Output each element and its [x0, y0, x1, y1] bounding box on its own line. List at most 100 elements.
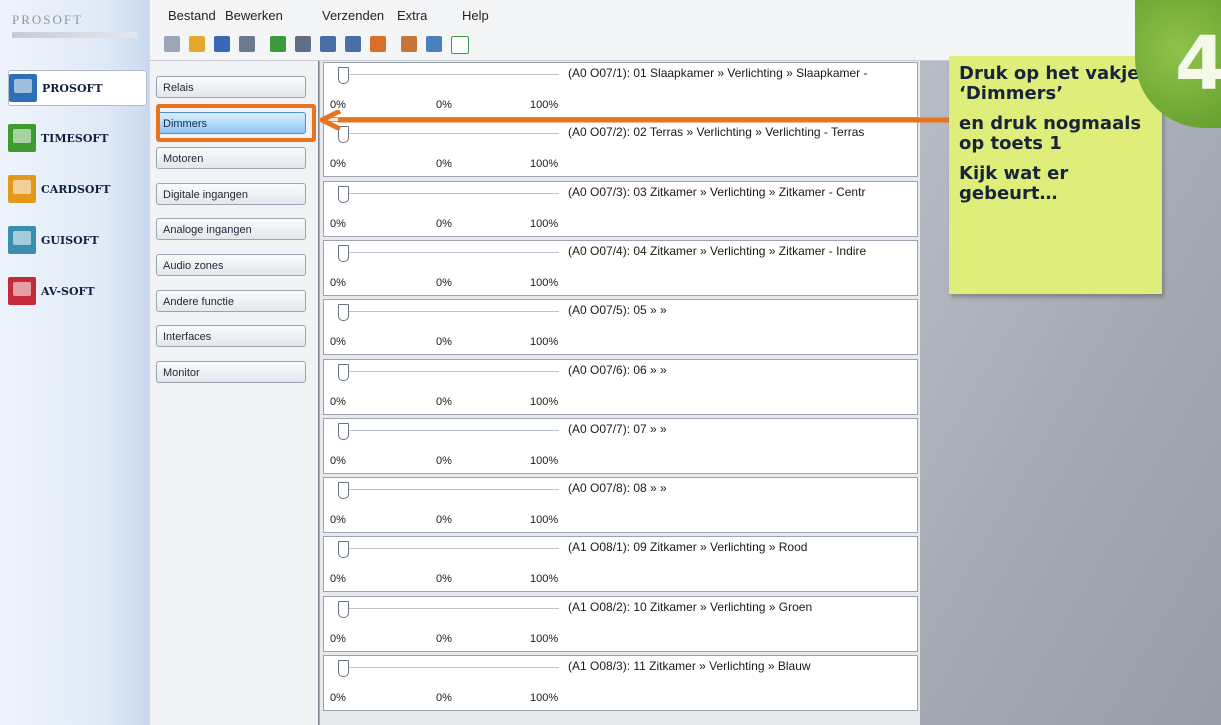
function-panel: Relais Dimmers Motoren Digitale ingangen Ana…: [150, 61, 319, 725]
app-guisoft[interactable]: GUISOFT: [8, 223, 145, 257]
level-min-label: 0%: [330, 395, 346, 408]
app-sidebar: PROSOFT PROSOFT TIMESOFT CARDSOFT GUISOFT AV…: [0, 0, 151, 725]
tree-icon[interactable]: [426, 36, 442, 52]
function-icon[interactable]: [370, 36, 386, 52]
binoculars-icon[interactable]: [270, 36, 286, 52]
dimmer-row: (A1 O08/3): 11 Zitkamer » Verlichting » …: [323, 655, 918, 711]
dimmer-label: (A0 O07/1): 01 Slaapkamer » Verlichting …: [568, 66, 868, 80]
slider-track: [344, 133, 559, 135]
app-cardsoft[interactable]: CARDSOFT: [8, 172, 145, 206]
slider-track: [344, 251, 559, 253]
level-max-label: 100%: [530, 395, 559, 408]
level-value-label: 0%: [436, 692, 452, 704]
dimmer-row: (A0 O07/6): 06 » » 0% 0% 100%: [323, 358, 918, 415]
logo-subtitle-bar: [12, 32, 137, 38]
slider-thumb[interactable]: [338, 244, 349, 262]
slider-track: [344, 311, 559, 313]
menu-verzenden[interactable]: Verzenden: [322, 8, 384, 23]
function-button-interfaces[interactable]: Interfaces: [156, 325, 306, 348]
level-max-label: 100%: [530, 514, 559, 527]
function-button-motoren[interactable]: Motoren: [156, 147, 306, 170]
dimmer-row: (A0 O07/5): 05 » » 0% 0% 100%: [323, 299, 918, 356]
level-min-label: 0%: [330, 454, 346, 467]
app-label: CARDSOFT: [41, 182, 111, 196]
slider-track: [344, 607, 559, 609]
level-min-label: 0%: [330, 514, 346, 527]
level-value-label: 0%: [436, 276, 452, 289]
slider-thumb[interactable]: [338, 600, 349, 618]
level-min-label: 0%: [330, 692, 346, 704]
new-file-icon[interactable]: [164, 36, 180, 52]
slider-track: [344, 429, 559, 431]
function-button-andere-functie[interactable]: Andere functie: [156, 289, 306, 312]
level-max-label: 100%: [530, 632, 559, 645]
level-value-label: 0%: [436, 336, 452, 349]
dimmer-row: (A0 O07/7): 07 » » 0% 0% 100%: [323, 417, 918, 474]
slider-track: [344, 370, 559, 372]
slider-thumb[interactable]: [338, 660, 349, 677]
menu-bestand[interactable]: Bestand: [168, 8, 216, 23]
slider-thumb[interactable]: [338, 482, 349, 500]
level-max-label: 100%: [530, 692, 559, 704]
app-av-soft[interactable]: AV-SOFT: [8, 274, 145, 308]
menu-bewerken[interactable]: Bewerken: [225, 8, 283, 23]
speaker-icon: [8, 277, 36, 305]
open-folder-icon[interactable]: [189, 36, 205, 52]
level-max-label: 100%: [530, 276, 559, 289]
level-min-label: 0%: [330, 632, 346, 645]
slider-thumb[interactable]: [338, 185, 349, 203]
app-timesoft[interactable]: TIMESOFT: [8, 121, 145, 155]
slider-track: [344, 667, 559, 668]
function-button-monitor[interactable]: Monitor: [156, 360, 306, 383]
dimmer-label: (A0 O07/3): 03 Zitkamer » Verlichting » …: [568, 184, 866, 199]
dimmer-label: (A0 O07/6): 06 » »: [568, 362, 667, 377]
slider-thumb[interactable]: [338, 363, 349, 381]
dimmer-label: (A0 O07/5): 05 » »: [568, 303, 667, 318]
level-value-label: 0%: [436, 573, 452, 586]
level-min-label: 0%: [330, 336, 346, 349]
slider-thumb[interactable]: [338, 541, 349, 559]
clock-icon: [8, 124, 36, 152]
level-value-label: 0%: [436, 217, 452, 230]
app-prosoft[interactable]: PROSOFT: [8, 70, 147, 106]
function-button-audio-zones[interactable]: Audio zones: [156, 254, 306, 276]
level-value-label: 0%: [436, 514, 452, 527]
grid-icon[interactable]: [295, 36, 311, 52]
dimmer-label: (A0 O07/4): 04 Zitkamer » Verlichting » …: [568, 243, 867, 258]
level-value-label: 0%: [436, 158, 452, 171]
callout-line-1: Druk op het vakje ‘Dimmers’: [959, 63, 1140, 104]
menu-help[interactable]: Help: [462, 8, 489, 23]
function-button-digitale-ingangen[interactable]: Digitale ingangen: [156, 182, 306, 205]
brush-icon[interactable]: [401, 36, 417, 52]
dimmer-label: (A0 O07/7): 07 » »: [568, 421, 667, 436]
dimmer-row: (A0 O07/3): 03 Zitkamer » Verlichting » …: [323, 180, 918, 237]
monitor-pulse-icon[interactable]: [451, 36, 469, 54]
prosoft-logo: PROSOFT: [12, 12, 84, 27]
slider-thumb[interactable]: [338, 67, 349, 84]
dimmer-label: (A1 O08/1): 09 Zitkamer » Verlichting » …: [568, 540, 808, 555]
function-button-relais[interactable]: Relais: [156, 76, 306, 98]
print-icon[interactable]: [239, 36, 255, 52]
save-icon[interactable]: [214, 36, 230, 52]
slider-thumb[interactable]: [338, 304, 349, 322]
dimmer-row: (A0 O07/4): 04 Zitkamer » Verlichting » …: [323, 239, 918, 296]
level-value-label: 0%: [436, 632, 452, 645]
level-max-label: 100%: [530, 158, 559, 171]
screen-icon: [8, 226, 36, 254]
level-max-label: 100%: [530, 454, 559, 467]
callout-line-3: Kijk wat er gebeurt…: [959, 163, 1069, 204]
dimmer-row: (A0 O07/8): 08 » » 0% 0% 100%: [323, 477, 918, 534]
slider-thumb[interactable]: [338, 422, 349, 440]
export-icon[interactable]: [345, 36, 361, 52]
dimmer-label: (A0 O07/8): 08 » »: [568, 481, 667, 496]
level-min-label: 0%: [330, 276, 346, 289]
pointer-arrow: [319, 110, 950, 130]
import-icon[interactable]: [320, 36, 336, 52]
slider-track: [344, 548, 559, 550]
card-icon: [8, 175, 36, 203]
level-value-label: 0%: [436, 454, 452, 467]
dimmer-row: (A1 O08/1): 09 Zitkamer » Verlichting » …: [323, 536, 918, 593]
app-label: PROSOFT: [42, 81, 103, 95]
menu-extra[interactable]: Extra: [397, 8, 427, 23]
function-button-analoge-ingangen[interactable]: Analoge ingangen: [156, 218, 306, 241]
